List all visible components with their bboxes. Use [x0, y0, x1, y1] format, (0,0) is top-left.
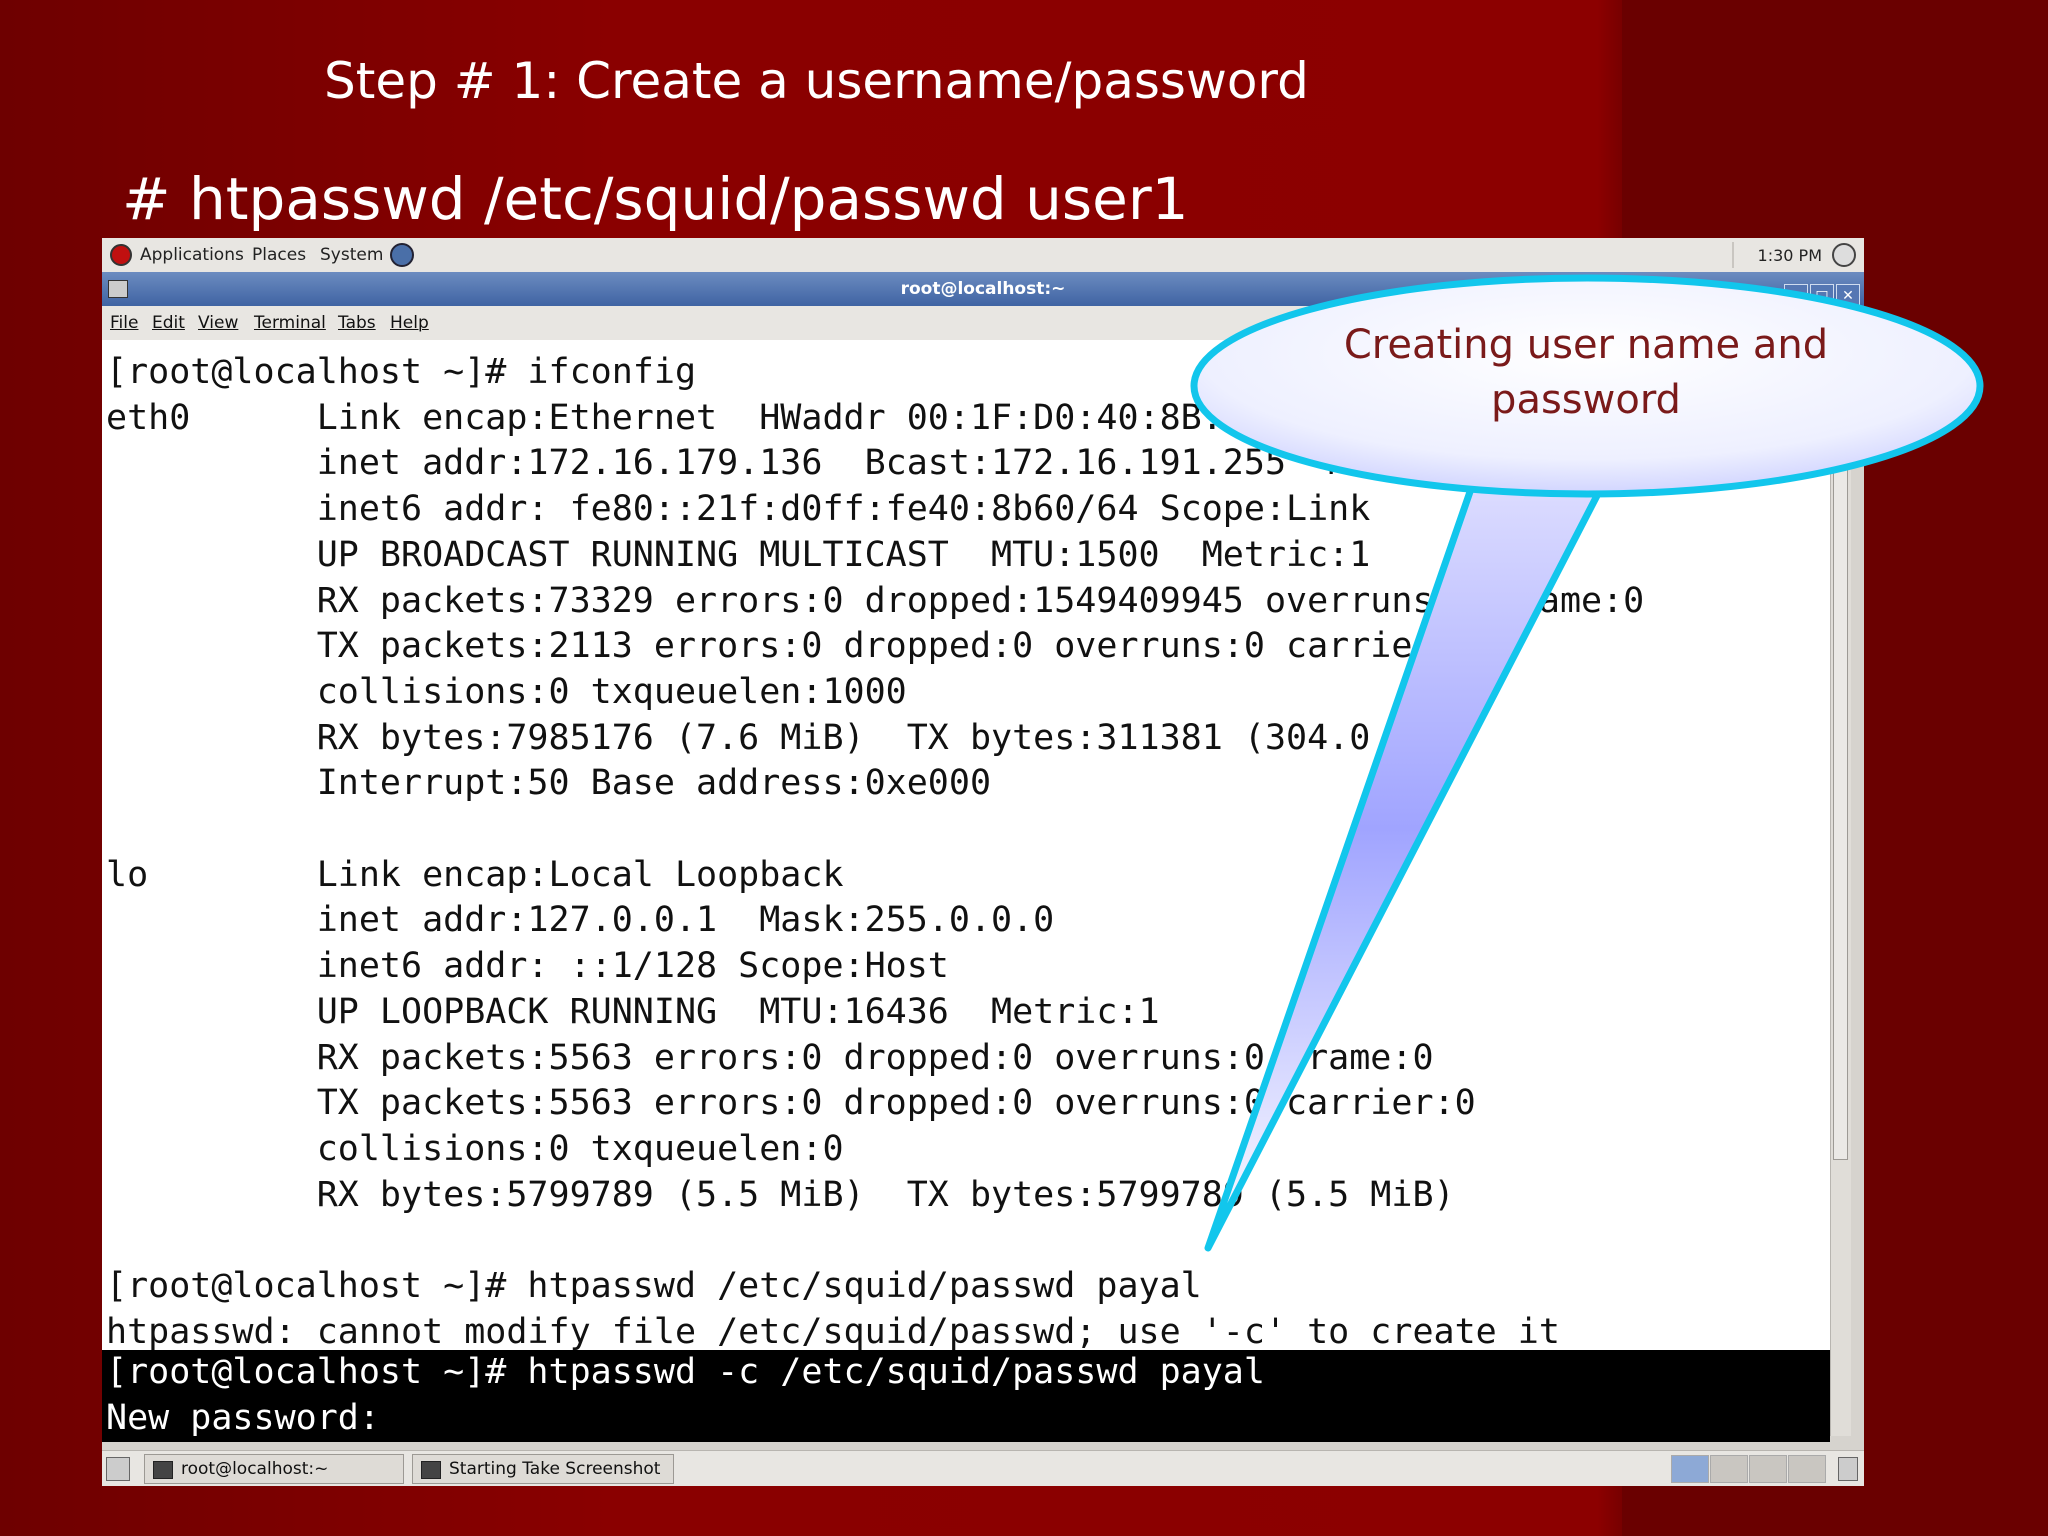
taskbar-item-terminal[interactable]: root@localhost:~ — [144, 1454, 404, 1484]
maximize-icon[interactable]: □ — [1810, 284, 1834, 308]
web-browser-icon[interactable] — [390, 243, 414, 267]
volume-icon[interactable] — [1832, 243, 1856, 267]
menu-view[interactable]: View — [198, 313, 238, 333]
top-panel: Applications Places System 1:30 PM — [102, 238, 1864, 273]
menu-file[interactable]: File — [110, 313, 138, 333]
terminal-output: [root@localhost ~]# ifconfig eth0 Link e… — [106, 352, 1708, 1352]
window-titlebar[interactable]: root@localhost:~ _ □ ✕ — [102, 272, 1864, 308]
window-title: root@localhost:~ — [900, 279, 1066, 299]
slide-command: # htpasswd /etc/squid/passwd user1 — [122, 165, 1189, 233]
terminal-output-area[interactable]: [root@localhost ~]# ifconfig eth0 Link e… — [102, 340, 1830, 1436]
workspace-switcher[interactable] — [1670, 1455, 1830, 1483]
workspace-4[interactable] — [1788, 1455, 1826, 1483]
scroll-down-icon[interactable] — [1833, 1418, 1848, 1434]
panel-separator — [1732, 242, 1734, 268]
menu-edit[interactable]: Edit — [152, 313, 185, 333]
workspace-1[interactable] — [1671, 1455, 1709, 1483]
menu-terminal[interactable]: Terminal — [254, 313, 326, 333]
trash-icon[interactable] — [1838, 1457, 1858, 1481]
redhat-logo-icon — [110, 244, 132, 266]
taskbar-item-label: Starting Take Screenshot — [449, 1459, 661, 1479]
callout-text: Creating user name and password — [1343, 322, 1829, 423]
terminal-icon — [153, 1461, 173, 1479]
scrollbar-thumb[interactable] — [1833, 380, 1848, 1160]
terminal-scrollbar[interactable] — [1830, 340, 1851, 1436]
clock[interactable]: 1:30 PM — [1758, 246, 1822, 265]
places-menu[interactable]: Places — [252, 245, 306, 265]
taskbar-item-screenshot[interactable]: Starting Take Screenshot — [412, 1454, 674, 1484]
workspace-3[interactable] — [1749, 1455, 1787, 1483]
system-menu[interactable]: System — [320, 245, 383, 265]
terminal-window-icon[interactable] — [108, 280, 128, 298]
workspace-2[interactable] — [1710, 1455, 1748, 1483]
taskbar-item-label: root@localhost:~ — [181, 1459, 329, 1479]
applications-menu[interactable]: Applications — [140, 245, 244, 265]
camera-icon — [421, 1461, 441, 1479]
menu-tabs[interactable]: Tabs — [338, 313, 376, 333]
bottom-taskbar: root@localhost:~ Starting Take Screensho… — [102, 1450, 1864, 1486]
terminal-highlighted-output: [root@localhost ~]# htpasswd -c /etc/squ… — [106, 1352, 1265, 1438]
terminal-highlighted-lines: [root@localhost ~]# htpasswd -c /etc/squ… — [102, 1350, 1830, 1442]
minimize-icon[interactable]: _ — [1784, 284, 1808, 308]
close-icon[interactable]: ✕ — [1836, 284, 1860, 308]
slide-title: Step # 1: Create a username/password — [324, 52, 1309, 110]
menu-help[interactable]: Help — [390, 313, 429, 333]
show-desktop-icon[interactable] — [106, 1457, 130, 1481]
